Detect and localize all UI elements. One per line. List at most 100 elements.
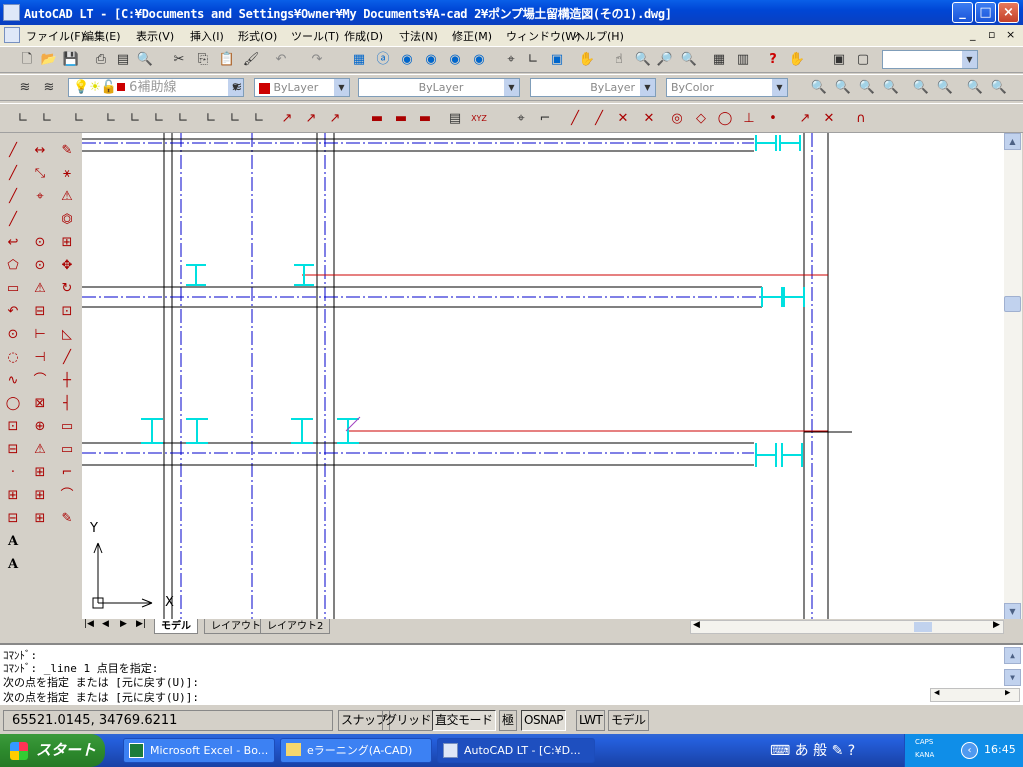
draw-tool-4-icon[interactable]: ╱	[3, 210, 23, 230]
menu-insert[interactable]: 挿入(I)	[190, 28, 224, 44]
title-bar[interactable]: AutoCAD LT - [C:¥Documents and Settings¥…	[0, 0, 1023, 25]
draw-tool-7-icon[interactable]: ▭	[3, 279, 23, 299]
snap-perpendicular-icon[interactable]: ⊥	[740, 110, 758, 128]
menu-edit[interactable]: 編集(E)	[83, 28, 121, 44]
dim-tool-16-icon[interactable]: ⊞	[30, 486, 50, 506]
layer-manager-icon[interactable]: ≋	[16, 79, 34, 97]
modify-tool-6-icon[interactable]: ✥	[57, 256, 77, 276]
modify-tool-3-icon[interactable]: ⚠	[57, 187, 77, 207]
tolerance-icon[interactable]: ↗	[302, 110, 320, 128]
tool-palette-icon[interactable]: ▥	[734, 51, 752, 69]
layer-previous-icon[interactable]: ≋	[40, 79, 58, 97]
dim-tool-3-icon[interactable]: ⌖	[30, 187, 50, 207]
redo-icon[interactable]: ↷	[308, 51, 326, 69]
hyperlink-icon[interactable]: ◉	[470, 51, 488, 69]
modify-tool-9-icon[interactable]: ◺	[57, 325, 77, 345]
snap-node-icon[interactable]: •	[764, 110, 782, 128]
hand-icon[interactable]: ✋	[788, 51, 806, 69]
keyboard-icon[interactable]: ⌨	[770, 743, 790, 759]
tray-expand-icon[interactable]: ‹	[961, 742, 978, 759]
draw-tool-13-icon[interactable]: ⊡	[3, 417, 23, 437]
modify-tool-7-icon[interactable]: ↻	[57, 279, 77, 299]
web-icon[interactable]: ◉	[398, 51, 416, 69]
scroll-left-icon[interactable]: ◀	[693, 620, 700, 630]
doc-restore-icon[interactable]: ▫	[988, 28, 995, 41]
lineweight-combo[interactable]: ByLayer ▼	[530, 78, 656, 97]
draw-tool-19-icon[interactable]: A	[3, 555, 23, 575]
tab-last-icon[interactable]: ▶|	[136, 619, 146, 629]
undo-icon[interactable]: ↶	[272, 51, 290, 69]
pan-realtime-icon[interactable]: ☝	[610, 51, 628, 69]
zoom-object-icon[interactable]: 🔍	[990, 79, 1008, 97]
dim-linear-icon[interactable]: ∟	[14, 110, 32, 128]
snap-intersection-icon[interactable]: ✕	[614, 110, 632, 128]
chevron-down-icon[interactable]: ▼	[772, 79, 787, 96]
open-icon[interactable]: 📂	[40, 51, 58, 69]
draw-tool-3-icon[interactable]: ╱	[3, 187, 23, 207]
ucs-x-arrow[interactable]	[141, 602, 153, 608]
draw-tool-14-icon[interactable]: ⊟	[3, 440, 23, 460]
ucs-y-arrow[interactable]	[97, 542, 103, 554]
zoom-out-icon[interactable]: 🔍	[834, 79, 852, 97]
modify-tool-4-icon[interactable]: ⏣	[57, 210, 77, 230]
dim-style-ab-icon[interactable]: XYZ	[470, 110, 488, 128]
publish-icon[interactable]: ◉	[422, 51, 440, 69]
cmd-hscroll[interactable]: ◀ ▶	[930, 688, 1020, 702]
dim-tool-8-icon[interactable]: ⊟	[30, 302, 50, 322]
dim-tool-14-icon[interactable]: ⚠	[30, 440, 50, 460]
drawing-canvas[interactable]: Y X	[82, 133, 1004, 621]
viewport-icon[interactable]: ▢	[854, 51, 872, 69]
chevron-down-icon[interactable]: ▼	[640, 79, 655, 96]
dim-continue-icon[interactable]: ∟	[250, 110, 268, 128]
dim-tool-7-icon[interactable]: ⚠	[30, 279, 50, 299]
tab-layout2[interactable]: レイアウト2	[260, 619, 331, 634]
scroll-up-button[interactable]: ▲	[1004, 133, 1021, 150]
cmd-scroll-right-icon[interactable]: ▶	[1005, 688, 1010, 698]
lwt-toggle[interactable]: LWT	[576, 710, 606, 731]
draw-tool-10-icon[interactable]: ◌	[3, 348, 23, 368]
match-properties-icon[interactable]: 🖌	[242, 51, 260, 69]
etransmit-icon[interactable]: ◉	[446, 51, 464, 69]
plotstyle-combo[interactable]: ByColor ▼	[666, 78, 788, 97]
cmd-scroll-down-button[interactable]: ▼	[1004, 669, 1021, 686]
ucs-icon[interactable]: ∟	[524, 51, 542, 69]
vertical-scrollbar[interactable]: ▲ ▼	[1004, 133, 1022, 621]
grid-toggle[interactable]: グリッド	[382, 710, 435, 731]
tab-model[interactable]: モデル	[154, 619, 198, 634]
modify-tool-1-icon[interactable]: ✎	[57, 141, 77, 161]
pan-icon[interactable]: ✋	[578, 51, 596, 69]
ime-help-icon[interactable]: ?	[848, 743, 855, 759]
draw-tool-15-icon[interactable]: ·	[3, 463, 23, 483]
tab-first-icon[interactable]: |◀	[84, 619, 94, 629]
zoom-preview-icon[interactable]: 🔍	[136, 51, 154, 69]
doc-close-icon[interactable]: ×	[1006, 28, 1015, 41]
chevron-down-icon[interactable]: ▼	[962, 51, 977, 68]
dim-angular-icon[interactable]: ∟	[174, 110, 192, 128]
quick-dim-icon[interactable]: ∟	[202, 110, 220, 128]
menu-modify[interactable]: 修正(M)	[452, 28, 492, 44]
dim-tool-1-icon[interactable]: ↔	[30, 141, 50, 161]
snap-tangent-icon[interactable]: ◯	[716, 110, 734, 128]
menu-format[interactable]: 形式(O)	[238, 28, 277, 44]
dim-ordinate-icon[interactable]: ∟	[102, 110, 120, 128]
modify-tool-17-icon[interactable]: ✎	[57, 509, 77, 529]
menu-view[interactable]: 表示(V)	[136, 28, 174, 44]
new-icon[interactable]: 🗋	[18, 51, 36, 69]
modify-tool-10-icon[interactable]: ╱	[57, 348, 77, 368]
print-icon[interactable]: ⎙	[92, 51, 110, 69]
maximize-button[interactable]: □	[975, 2, 996, 23]
coordinate-readout[interactable]: 65521.0145, 34769.6211	[3, 710, 333, 731]
save-icon[interactable]: 💾	[62, 51, 80, 69]
command-prompt[interactable]: 次の点を指定 または [元に戻す(U)]:	[3, 689, 199, 705]
layer-combo[interactable]: 💡☀🔓 6補助線 ▼	[68, 78, 244, 97]
osnap-from-icon[interactable]: ⌐	[536, 110, 554, 128]
dim-tool-9-icon[interactable]: ⊢	[30, 325, 50, 345]
today-icon[interactable]: ⓐ	[374, 51, 392, 69]
properties-icon[interactable]: ▣	[548, 51, 566, 69]
ime-tools-icon[interactable]: ✎	[832, 743, 844, 759]
dim-tool-13-icon[interactable]: ⊕	[30, 417, 50, 437]
draw-tool-8-icon[interactable]: ↶	[3, 302, 23, 322]
modify-tool-13-icon[interactable]: ▭	[57, 417, 77, 437]
color-combo[interactable]: ByLayer ▼	[254, 78, 350, 97]
dim-tool-11-icon[interactable]: ⌒	[30, 371, 50, 391]
